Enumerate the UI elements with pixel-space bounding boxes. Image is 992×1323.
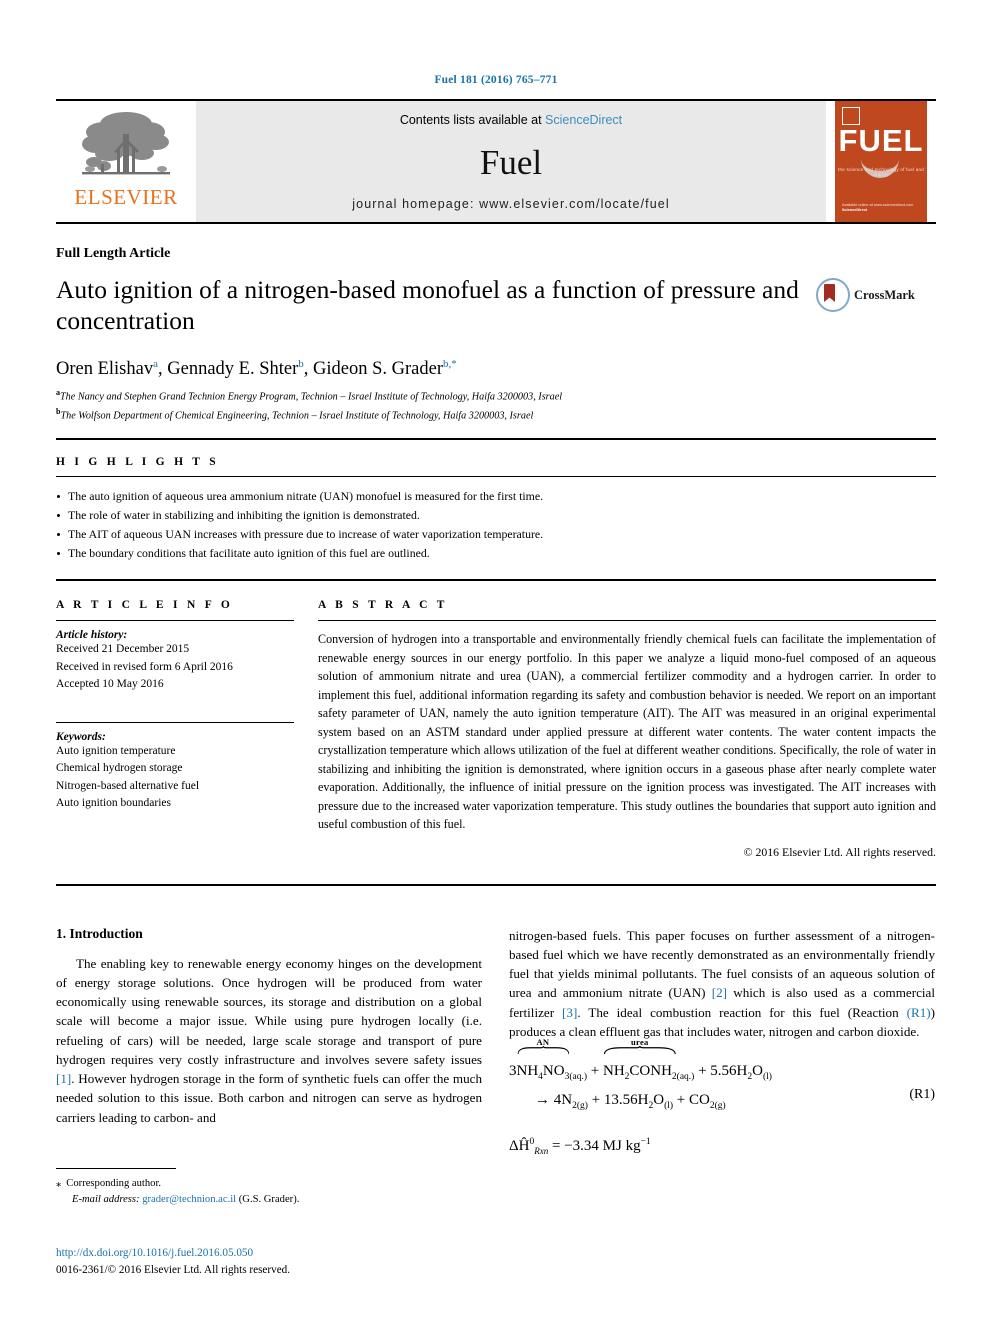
info-abstract-row: A R T I C L E I N F O Article history: R… — [56, 599, 936, 860]
masthead-center: Contents lists available at ScienceDirec… — [196, 101, 826, 222]
contents-prefix: Contents lists available at — [399, 113, 542, 127]
keyword-item: Auto ignition boundaries — [56, 796, 171, 809]
intro-text-part2: . However hydrogen storage in the form o… — [56, 1071, 482, 1125]
corresponding-author-note: ⁎ Corresponding author. — [56, 1176, 482, 1192]
article-type-kicker: Full Length Article — [56, 246, 171, 261]
crossmark-icon — [816, 278, 850, 312]
citation-ref-2[interactable]: [2] — [712, 985, 727, 1000]
highlights-list: The auto ignition of aqueous urea ammoni… — [56, 487, 936, 563]
email-link[interactable]: grader@technion.ac.il — [142, 1194, 236, 1205]
journal-title: Fuel — [479, 142, 543, 182]
body-column-right: nitrogen-based fuels. This paper focuses… — [509, 926, 935, 1157]
divider — [56, 437, 936, 440]
enthalpy-line: ΔĤ0Rxn = −3.34 MJ kg−1 — [509, 1137, 935, 1156]
divider — [56, 721, 294, 723]
divider — [56, 579, 936, 582]
article-history-item: Received in revised form 6 April 2016 — [56, 660, 233, 673]
keyword-item: Nitrogen-based alternative fuel — [56, 779, 200, 792]
paper-page: Fuel 181 (2016) 765–771 ELSEVIER Content… — [0, 0, 992, 1323]
affiliation-item: bThe Wolfson Department of Chemical Engi… — [56, 406, 936, 424]
article-info-block: A R T I C L E I N F O Article history: R… — [56, 599, 318, 860]
cover-footer-line2: ScienceDirect — [842, 208, 868, 213]
affiliation-text: The Nancy and Stephen Grand Technion Ene… — [60, 391, 563, 403]
reaction-equation: 3 AN NH4NO3(aq.) + urea NH2CONH2(aq.) + 5.5… — [509, 1037, 935, 1115]
article-history-label: Article history: — [56, 629, 128, 642]
article-history-item: Accepted 10 May 2016 — [56, 678, 164, 691]
abstract-label: A B S T R A C T — [318, 599, 448, 612]
affiliation-text: The Wolfson Department of Chemical Engin… — [60, 409, 534, 421]
enthalpy-symbol: ΔĤ — [509, 1138, 530, 1155]
corresponding-author-text: Corresponding author. — [66, 1178, 162, 1189]
divider — [318, 620, 936, 622]
article-content: Full Length Article Auto ignition of a n… — [56, 246, 936, 1156]
keywords-label: Keywords: — [56, 730, 106, 743]
cover-subtitle: the science and technology of fuel and e… — [837, 167, 924, 177]
doi-link[interactable]: http://dx.doi.org/10.1016/j.fuel.2016.05… — [56, 1245, 556, 1262]
citation-ref-1[interactable]: [1] — [56, 1071, 71, 1086]
list-item: The role of water in stabilizing and inh… — [56, 506, 936, 525]
footer-block: http://dx.doi.org/10.1016/j.fuel.2016.05… — [56, 1245, 556, 1279]
intro-paragraph-right: nitrogen-based fuels. This paper focuses… — [509, 926, 935, 1041]
email-label: E-mail address: — [72, 1193, 140, 1205]
section-heading-introduction: 1. Introduction — [56, 925, 143, 941]
enthalpy-unit-exponent: −1 — [640, 1137, 651, 1148]
elsevier-wordmark: ELSEVIER — [74, 185, 178, 209]
urea-brace-group: urea NH2CONH2 — [603, 1037, 677, 1086]
enthalpy-value: = −3.34 MJ kg — [551, 1138, 641, 1155]
overbrace-icon — [603, 1046, 676, 1055]
equation-line-2: → 4N2(g) + 13.56H2O(l) + CO2(g) — [535, 1092, 726, 1112]
reaction-ref-r1[interactable]: (R1) — [907, 1005, 931, 1020]
body-columns: 1. Introduction The enabling key to rene… — [56, 926, 936, 1157]
asterisk-icon: ⁎ — [56, 1178, 62, 1189]
citation-ref-3[interactable]: [3] — [562, 1005, 577, 1020]
keyword-item: Auto ignition temperature — [56, 744, 176, 757]
list-item: The AIT of aqueous UAN increases with pr… — [56, 525, 936, 544]
equation-tag: (R1) — [909, 1087, 935, 1103]
affiliation-list: aThe Nancy and Stephen Grand Technion En… — [56, 387, 936, 423]
enthalpy-subscript: Rxn — [534, 1146, 549, 1157]
footnote-block: ⁎ Corresponding author. E-mail address: g… — [56, 1168, 482, 1208]
equation-line-1: 3 AN NH4NO3(aq.) + urea NH2CONH2(aq.) + 5.5… — [509, 1037, 935, 1086]
running-head: Fuel 181 (2016) 765–771 — [434, 74, 558, 86]
article-history-item: Received 21 December 2015 — [56, 643, 190, 656]
keyword-item: Chemical hydrogen storage — [56, 762, 183, 775]
footnote-divider — [56, 1168, 176, 1169]
overbrace-icon — [517, 1046, 569, 1055]
title-row: Auto ignition of a nitrogen-based monofu… — [56, 274, 936, 336]
page-title: Auto ignition of a nitrogen-based monofu… — [56, 275, 799, 336]
abstract-copyright: © 2016 Elsevier Ltd. All rights reserved… — [743, 844, 936, 859]
contents-available-line: Contents lists available at ScienceDirec… — [400, 113, 622, 127]
journal-homepage-link[interactable]: journal homepage: www.elsevier.com/locat… — [352, 197, 669, 211]
author-list: Oren Elishava, Gennady E. Shterb, Gideon… — [56, 358, 457, 380]
crossmark-label: CrossMark — [854, 287, 915, 302]
an-brace-group: AN NH4NO3 — [517, 1037, 570, 1086]
elsevier-tree-icon — [82, 112, 170, 175]
abstract-block: A B S T R A C T Conversion of hydrogen i… — [318, 599, 936, 860]
cover-footer-line1: Available online at www.sciencedirect.co… — [842, 202, 914, 207]
sciencedirect-link[interactable]: ScienceDirect — [545, 113, 622, 127]
divider — [56, 620, 294, 622]
issn-copyright: 0016-2361/© 2016 Elsevier Ltd. All right… — [56, 1263, 291, 1276]
body-column-left: 1. Introduction The enabling key to rene… — [56, 926, 482, 1157]
email-note: E-mail address: grader@technion.ac.il (G… — [56, 1192, 482, 1208]
divider — [56, 475, 936, 477]
journal-cover-thumbnail: FUEL the science and technology of fuel … — [835, 101, 927, 222]
masthead-right: FUEL the science and technology of fuel … — [826, 101, 936, 222]
crossmark-badge[interactable]: CrossMark — [816, 278, 915, 312]
publisher-logo: ELSEVIER — [56, 101, 196, 222]
intro-paragraph-left: The enabling key to renewable energy eco… — [56, 954, 482, 1127]
intro-right-part3: . The ideal combustion reaction for this… — [577, 1004, 907, 1020]
email-owner: (G.S. Grader). — [238, 1193, 300, 1205]
abstract-text: Conversion of hydrogen into a transporta… — [318, 632, 936, 832]
cover-footer: Available online at www.sciencedirect.co… — [842, 203, 913, 214]
highlights-label: H I G H L I G H T S — [56, 455, 219, 468]
list-item: The auto ignition of aqueous urea ammoni… — [56, 487, 936, 506]
intro-text-part1: The enabling key to renewable energy eco… — [56, 955, 482, 1067]
journal-masthead: ELSEVIER Contents lists available at Sci… — [56, 99, 936, 224]
keywords-block: Keywords: Auto ignition temperature Chem… — [56, 721, 294, 813]
list-item: The boundary conditions that facilitate … — [56, 544, 936, 563]
affiliation-item: aThe Nancy and Stephen Grand Technion En… — [56, 387, 936, 405]
article-info-label: A R T I C L E I N F O — [56, 599, 234, 612]
divider — [56, 883, 936, 886]
